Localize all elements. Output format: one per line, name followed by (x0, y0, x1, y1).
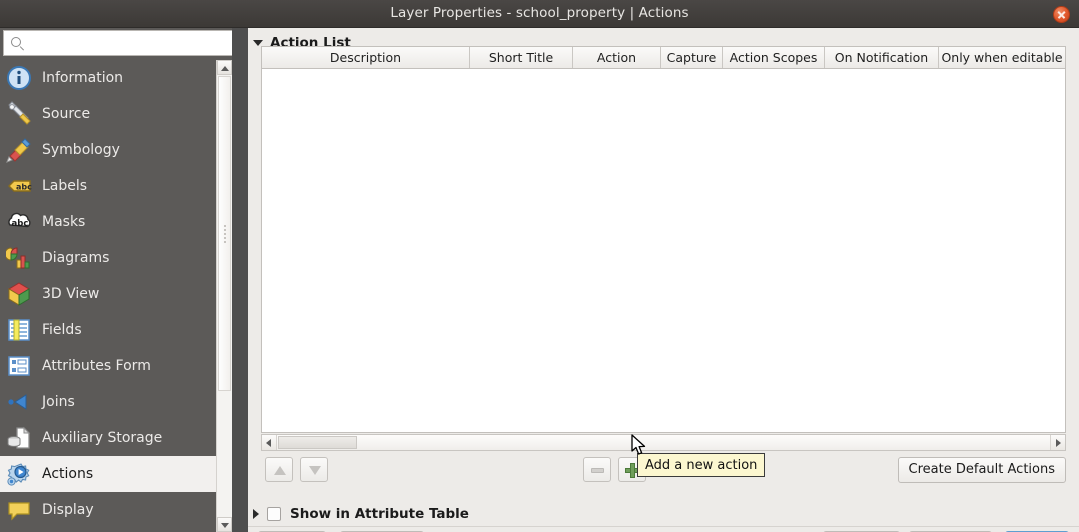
symbology-icon (6, 137, 32, 163)
column-header-action[interactable]: Action (573, 47, 661, 68)
sidebar-item-masks[interactable]: abc Masks (0, 204, 232, 240)
sidebar-item-label: Joins (42, 394, 75, 410)
sidebar-scrollbar[interactable] (216, 60, 232, 532)
scroll-right-icon[interactable] (1050, 435, 1065, 450)
sidebar-item-display[interactable]: Display (0, 492, 232, 528)
sidebar-item-diagrams[interactable]: Diagrams (0, 240, 232, 276)
scroll-down-icon[interactable] (217, 517, 232, 532)
auxiliary-storage-icon (6, 425, 32, 451)
sidebar-item-label: Fields (42, 322, 82, 338)
sidebar-item-label: Actions (42, 466, 94, 482)
table-body[interactable] (262, 69, 1065, 432)
sidebar-item-label: 3D View (42, 286, 100, 302)
column-header-capture[interactable]: Capture (661, 47, 723, 68)
footer-bar: ? Help Style Apply Cancel OK (248, 527, 1079, 532)
column-header-action-scopes[interactable]: Action Scopes (723, 47, 825, 68)
action-list-table: Description Short Title Action Capture A… (261, 46, 1066, 433)
sidebar-nav-list: Information Source Symbology abc Labels … (0, 60, 232, 532)
sidebar-item-label: Symbology (42, 142, 120, 158)
title-bar: Layer Properties - school_property | Act… (0, 0, 1079, 28)
attributes-form-icon (6, 353, 32, 379)
column-header-short-title[interactable]: Short Title (470, 47, 573, 68)
window-title: Layer Properties - school_property | Act… (390, 5, 689, 21)
arrow-down-icon (309, 466, 321, 475)
column-header-only-when-editable[interactable]: Only when editable (939, 47, 1065, 68)
sidebar-item-label: Labels (42, 178, 88, 194)
tooltip: Add a new action (637, 453, 766, 477)
move-up-button[interactable] (265, 457, 293, 482)
arrow-up-icon (274, 466, 286, 475)
sidebar-item-label: Display (42, 502, 94, 518)
sidebar-item-symbology[interactable]: Symbology (0, 132, 232, 168)
table-header-row: Description Short Title Action Capture A… (262, 47, 1065, 69)
sidebar-item-label: Source (42, 106, 91, 122)
information-icon (6, 65, 32, 91)
move-down-button[interactable] (300, 457, 328, 482)
column-header-description[interactable]: Description (262, 47, 470, 68)
actions-icon (6, 461, 32, 487)
remove-action-button[interactable] (583, 457, 611, 482)
svg-text:abc: abc (12, 219, 29, 229)
scroll-left-icon[interactable] (262, 435, 277, 450)
sidebar-item-label: Masks (42, 214, 86, 230)
display-icon (6, 497, 32, 523)
show-in-attribute-table-checkbox[interactable] (267, 507, 281, 521)
layer-properties-dialog: Layer Properties - school_property | Act… (0, 0, 1079, 532)
joins-icon (6, 389, 32, 415)
diagrams-icon (6, 245, 32, 271)
minus-icon (591, 468, 604, 473)
sidebar-item-label: Auxiliary Storage (42, 430, 163, 446)
search-box[interactable] (3, 30, 232, 56)
sidebar: Information Source Symbology abc Labels … (0, 28, 232, 532)
source-icon (6, 101, 32, 127)
sidebar-item-3d-view[interactable]: 3D View (0, 276, 232, 312)
3d-view-icon (6, 281, 32, 307)
sidebar-item-label: Attributes Form (42, 358, 151, 374)
sidebar-item-information[interactable]: Information (0, 60, 232, 96)
search-icon (11, 37, 21, 47)
sidebar-item-label: Information (42, 70, 124, 86)
create-default-actions-button[interactable]: Create Default Actions (897, 457, 1066, 483)
show-in-attribute-table-row: Show in Attribute Table (253, 504, 469, 524)
sidebar-item-auxiliary-storage[interactable]: Auxiliary Storage (0, 420, 232, 456)
sidebar-item-label: Diagrams (42, 250, 110, 266)
show-in-attribute-table-label: Show in Attribute Table (290, 506, 469, 522)
close-icon[interactable] (1053, 6, 1070, 23)
sidebar-item-labels[interactable]: abc Labels (0, 168, 232, 204)
search-input[interactable] (28, 31, 232, 55)
svg-text:abc: abc (16, 183, 32, 192)
fields-icon (6, 317, 32, 343)
sidebar-item-source[interactable]: Source (0, 96, 232, 132)
sidebar-item-actions[interactable]: Actions (0, 456, 232, 492)
sidebar-item-fields[interactable]: Fields (0, 312, 232, 348)
scroll-up-icon[interactable] (217, 60, 232, 75)
masks-icon: abc (6, 209, 32, 235)
sidebar-item-joins[interactable]: Joins (0, 384, 232, 420)
chevron-right-icon[interactable] (253, 509, 259, 519)
column-header-on-notification[interactable]: On Notification (825, 47, 939, 68)
table-horizontal-scrollbar[interactable] (261, 434, 1066, 451)
scrollbar-thumb[interactable] (218, 76, 231, 391)
sidebar-item-attributes-form[interactable]: Attributes Form (0, 348, 232, 384)
labels-icon: abc (6, 173, 32, 199)
hscrollbar-thumb[interactable] (278, 436, 357, 449)
